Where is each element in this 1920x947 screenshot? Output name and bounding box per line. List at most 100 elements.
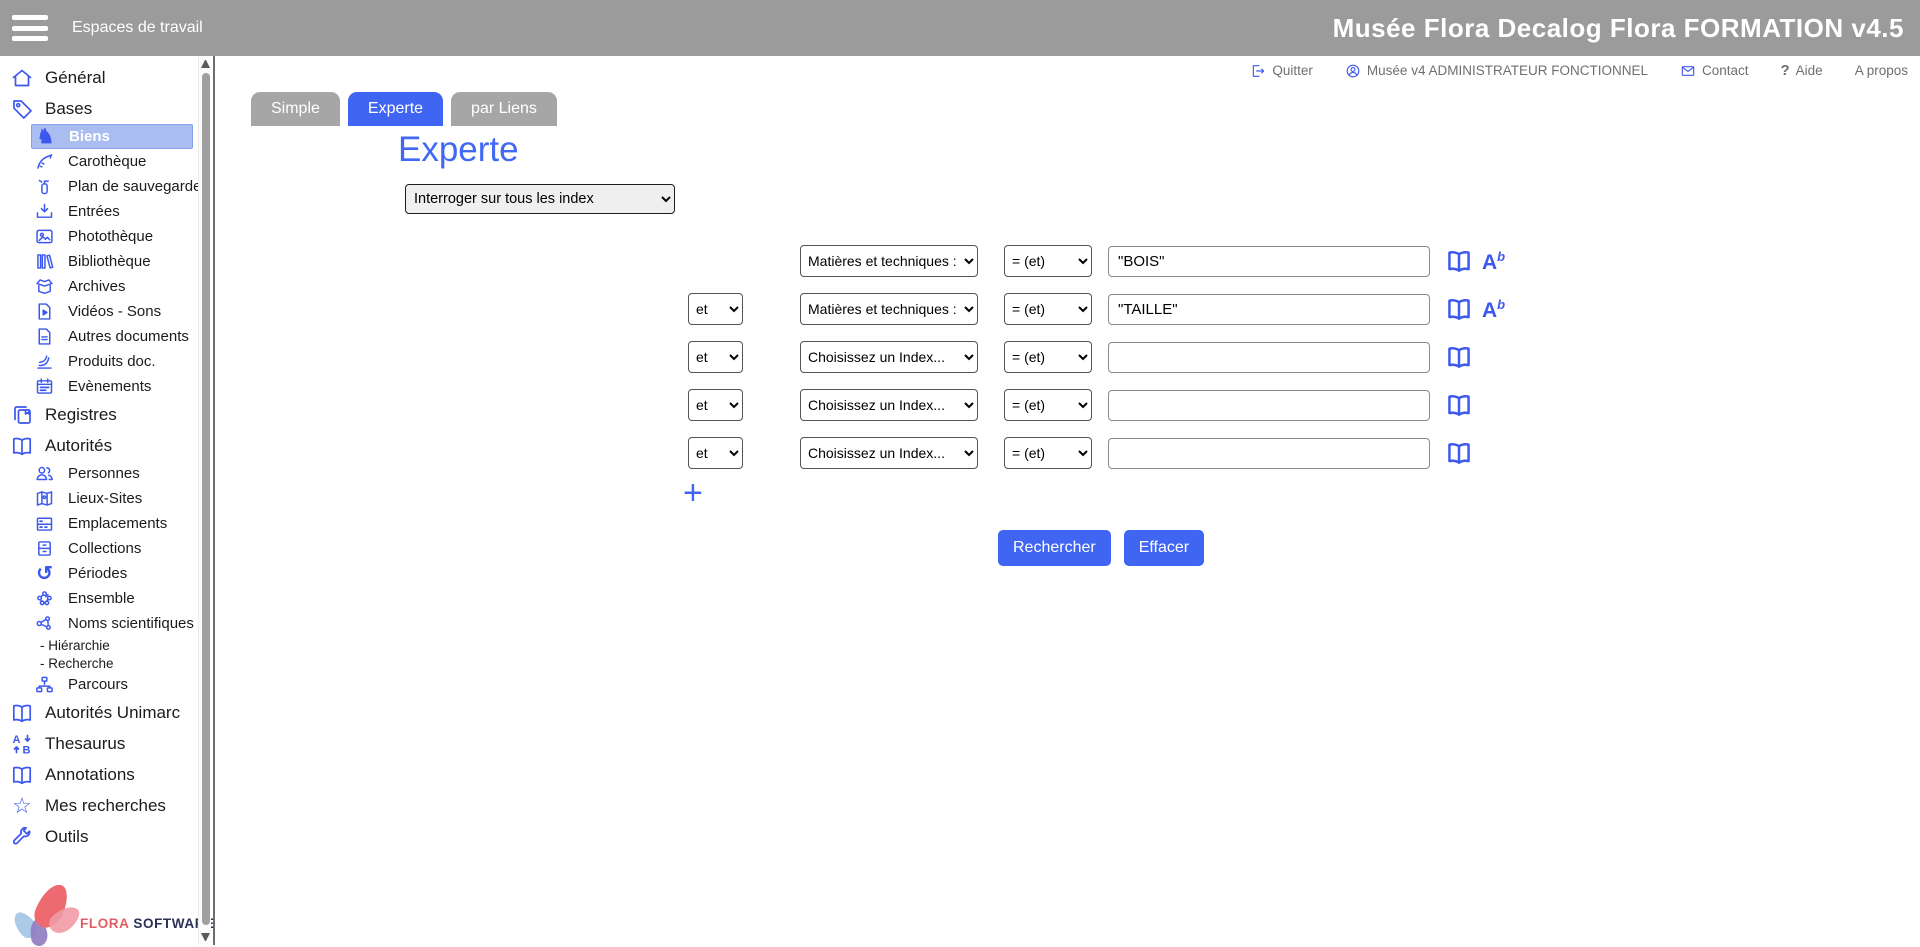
sidebar-item-recherche[interactable]: - Recherche: [40, 654, 198, 672]
sidebar-item-p-riodes[interactable]: ↺Périodes: [31, 561, 198, 586]
sidebar-item-label: - Recherche: [40, 656, 114, 671]
question-icon: ?: [1781, 62, 1790, 79]
scrollbar-thumb[interactable]: [202, 73, 210, 925]
sidebar-item-label: Plan de sauvegarde: [68, 178, 198, 195]
comparator-select[interactable]: = (et): [1004, 293, 1092, 325]
sidebar-item-biblioth-que[interactable]: Bibliothèque: [31, 249, 198, 274]
search-value-input[interactable]: [1108, 294, 1430, 325]
sidebar-item-entr-es[interactable]: Entrées: [31, 199, 198, 224]
sidebar-item-label: Lieux-Sites: [68, 490, 142, 507]
apropos-link[interactable]: A propos: [1855, 63, 1908, 78]
sidebar-item-noms-scientifiques[interactable]: Noms scientifiques: [31, 611, 198, 636]
search-value-input[interactable]: [1108, 390, 1430, 421]
sidebar-item-phototh-que[interactable]: Photothèque: [31, 224, 198, 249]
tab-par-liens[interactable]: par Liens: [451, 92, 557, 126]
operator-select[interactable]: et: [688, 341, 743, 373]
comparator-select[interactable]: = (et): [1004, 245, 1092, 277]
map-icon: [34, 488, 55, 509]
sidebar-item-emplacements[interactable]: Emplacements: [31, 511, 198, 536]
operator-select[interactable]: et: [688, 437, 743, 469]
hamburger-menu-icon[interactable]: [12, 15, 48, 41]
sidebar-item-hi-rarchie[interactable]: - Hiérarchie: [40, 636, 198, 654]
workspace-label[interactable]: Espaces de travail: [72, 19, 203, 37]
quitter-link[interactable]: Quitter: [1250, 63, 1313, 79]
sidebar-item-label: Emplacements: [68, 515, 167, 532]
sidebar-item-outils[interactable]: Outils: [0, 821, 198, 852]
sidebar-item-personnes[interactable]: Personnes: [31, 461, 198, 486]
index-lookup-book-icon[interactable]: [1444, 295, 1474, 323]
sidebar-item-bases[interactable]: Bases: [0, 93, 198, 124]
sidebar-item-label: Vidéos - Sons: [68, 303, 161, 320]
action-buttons: Rechercher Effacer: [998, 530, 1204, 566]
sidebar-item-autorit-s[interactable]: Autorités: [0, 430, 198, 461]
index-select[interactable]: Choisissez un Index...: [800, 389, 978, 421]
contact-link[interactable]: Contact: [1680, 63, 1749, 79]
sidebar-item-autres-documents[interactable]: Autres documents: [31, 324, 198, 349]
add-criteria-button[interactable]: +: [683, 476, 703, 510]
calendar-icon: [34, 376, 55, 397]
index-select[interactable]: Choisissez un Index...: [800, 341, 978, 373]
sidebar-item-label: Autres documents: [68, 328, 189, 345]
sidebar-item-ev-nements[interactable]: Evènements: [31, 374, 198, 399]
sidebar-item-label: - Hiérarchie: [40, 638, 110, 653]
sidebar-item-autorit-s-unimarc[interactable]: Autorités Unimarc: [0, 697, 198, 728]
inbox-download-icon: [34, 201, 55, 222]
search-criteria-row: et Matières et techniques : = (et) Ab: [688, 292, 1505, 326]
comparator-select[interactable]: = (et): [1004, 389, 1092, 421]
sidebar-item-mes-recherches[interactable]: ☆Mes recherches: [0, 790, 198, 821]
sidebar-item-label: Général: [45, 68, 105, 88]
operator-select[interactable]: et: [688, 389, 743, 421]
sidebar-item-label: Entrées: [68, 203, 120, 220]
sidebar-item-label: Ensemble: [68, 590, 135, 607]
sidebar-item-parcours[interactable]: Parcours: [31, 672, 198, 697]
shelf-icon: [34, 513, 55, 534]
rechercher-button[interactable]: Rechercher: [998, 530, 1111, 566]
account-link[interactable]: Musée v4 ADMINISTRATEUR FONCTIONNEL: [1345, 63, 1648, 79]
aide-link[interactable]: ? Aide: [1781, 62, 1823, 79]
sidebar-item-label: Thesaurus: [45, 734, 125, 754]
search-value-input[interactable]: [1108, 246, 1430, 277]
sidebar-item-archives[interactable]: Archives: [31, 274, 198, 299]
sidebar-item-collections[interactable]: Collections: [31, 536, 198, 561]
sidebar-item-lieux-sites[interactable]: Lieux-Sites: [31, 486, 198, 511]
index-lookup-book-icon[interactable]: [1444, 247, 1474, 275]
sidebar-item-caroth-que[interactable]: Carothèque: [31, 149, 198, 174]
effacer-button[interactable]: Effacer: [1124, 530, 1204, 566]
global-index-select[interactable]: Interroger sur tous les index: [405, 184, 675, 214]
index-lookup-book-icon[interactable]: [1444, 343, 1474, 371]
search-value-input[interactable]: [1108, 342, 1430, 373]
drawer-icon: [34, 538, 55, 559]
index-lookup-book-icon[interactable]: [1444, 391, 1474, 419]
ab-expansion-icon[interactable]: Ab: [1482, 298, 1505, 321]
search-criteria-row: Matières et techniques : = (et) Ab: [688, 244, 1505, 278]
sidebar-item-g-n-ral[interactable]: Général: [0, 62, 198, 93]
utility-links-bar: Quitter Musée v4 ADMINISTRATEUR FONCTION…: [1250, 62, 1908, 79]
scroll-down-arrow-icon[interactable]: [201, 933, 210, 941]
index-select[interactable]: Matières et techniques :: [800, 245, 978, 277]
main-content: Quitter Musée v4 ADMINISTRATEUR FONCTION…: [215, 56, 1920, 945]
sidebar-item-vid-os-sons[interactable]: Vidéos - Sons: [31, 299, 198, 324]
scroll-up-arrow-icon[interactable]: [201, 60, 210, 68]
tab-experte[interactable]: Experte: [348, 92, 443, 126]
comparator-select[interactable]: = (et): [1004, 437, 1092, 469]
index-select[interactable]: Choisissez un Index...: [800, 437, 978, 469]
index-lookup-book-icon[interactable]: [1444, 439, 1474, 467]
sidebar-item-produits-doc[interactable]: Produits doc.: [31, 349, 198, 374]
sidebar-item-annotations[interactable]: Annotations: [0, 759, 198, 790]
account-label: Musée v4 ADMINISTRATEUR FONCTIONNEL: [1367, 63, 1648, 78]
search-value-input[interactable]: [1108, 438, 1430, 469]
core-sample-icon: [34, 151, 55, 172]
ab-expansion-icon[interactable]: Ab: [1482, 250, 1505, 273]
sidebar-item-ensemble[interactable]: Ensemble: [31, 586, 198, 611]
operator-select[interactable]: et: [688, 293, 743, 325]
tab-simple[interactable]: Simple: [251, 92, 340, 126]
sidebar-item-plan-de-sauvegarde[interactable]: Plan de sauvegarde: [31, 174, 198, 199]
sidebar-scrollbar[interactable]: [198, 56, 211, 945]
people-icon: [34, 463, 55, 484]
sidebar-item-registres[interactable]: Registres: [0, 399, 198, 430]
comparator-select[interactable]: = (et): [1004, 341, 1092, 373]
sidebar-item-thesaurus[interactable]: ABThesaurus: [0, 728, 198, 759]
sidebar-item-label: Autorités: [45, 436, 112, 456]
sidebar-item-biens[interactable]: ♞Biens: [31, 124, 193, 149]
index-select[interactable]: Matières et techniques :: [800, 293, 978, 325]
